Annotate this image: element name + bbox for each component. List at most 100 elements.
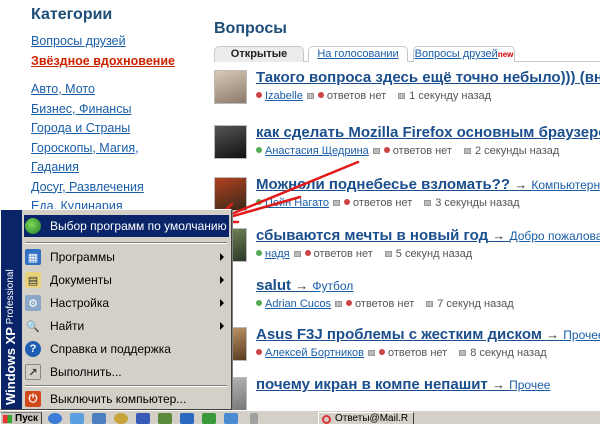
app-quicklaunch-icon[interactable] (158, 413, 172, 424)
menu-item-label: Настройка (50, 296, 110, 310)
question-user[interactable]: Adrian Cucos (265, 298, 331, 310)
question-title-text: сбываются мечты в новый год (256, 227, 489, 244)
question-time: 2 секунды назад (474, 145, 560, 157)
avatar[interactable] (214, 125, 247, 159)
category-link[interactable]: Бизнес, Финансы (31, 100, 206, 120)
app-quicklaunch-icon[interactable] (180, 413, 194, 424)
question-title[interactable]: как сделать Mozilla Firefox основным бра… (256, 124, 600, 141)
status-icon (459, 350, 467, 356)
questions-panel: Вопросы Открытые На голосовании Вопросы … (214, 20, 600, 62)
taskbar: Пуск Ответы@Mail.R (0, 410, 600, 424)
question-user[interactable]: надя (265, 248, 290, 260)
question-title-text: Можноли поднебесье взломать?? (256, 176, 511, 193)
app-quicklaunch-icon[interactable] (114, 413, 128, 424)
tab-friends-label: Вопросы друзей (414, 48, 498, 60)
start-menu-banner: Windows XP Professional (1, 210, 22, 409)
question-title[interactable]: Asus F3J проблемы с жестким диском → Про… (256, 326, 600, 343)
question-category[interactable]: Компьютерные (531, 178, 600, 192)
gender-icon (256, 147, 262, 153)
search-icon: 🔍 (25, 318, 41, 334)
question-row: salut → Футбол Adrian Cucos ответов нет 7 … (214, 277, 600, 322)
settings-icon: ⚙ (25, 295, 41, 311)
menu-item-label: Справка и поддержка (50, 342, 171, 356)
question-meta: Пейн Нагато ответов нет 3 секунды назад (256, 197, 520, 209)
menu-item-run[interactable]: ↗ Выполнить... (24, 361, 229, 383)
tab-open[interactable]: Открытые (214, 46, 304, 62)
new-badge: new (497, 50, 514, 59)
question-user[interactable]: Алексей Бортников (265, 347, 364, 359)
menu-item-search[interactable]: 🔍 Найти (24, 315, 229, 337)
status-icon (306, 93, 314, 99)
question-row: Такого вопроса здесь ещё точно небыло)))… (214, 69, 600, 114)
answers-icon (344, 199, 351, 205)
menu-item-help[interactable]: ? Справка и поддержка (24, 338, 229, 360)
question-user[interactable]: Izabelle (265, 90, 303, 102)
status-icon (424, 200, 432, 206)
avatar[interactable] (214, 177, 247, 211)
question-title[interactable]: salut → Футбол (256, 277, 353, 294)
status-icon (426, 301, 434, 307)
menu-item-label: Выбор программ по умолчанию (50, 219, 227, 233)
question-title[interactable]: Такого вопроса здесь ещё точно небыло)))… (256, 69, 600, 86)
question-row: Можноли поднебесье взломать?? → Компьюте… (214, 176, 600, 221)
windows-flag-icon (3, 415, 12, 423)
question-meta: Izabelle ответов нет 1 секунду назад (256, 90, 491, 102)
status-icon (333, 200, 341, 206)
banner-bold: Windows XP (3, 327, 18, 405)
question-title[interactable]: Можноли поднебесье взломать?? → Компьюте… (256, 176, 600, 193)
link-star-inspiration[interactable]: Звёздное вдохновение (31, 52, 206, 72)
answers-count: ответов нет (313, 248, 373, 260)
start-menu: Windows XP Professional Выбор программ п… (0, 209, 232, 410)
question-category[interactable]: Прочее (509, 378, 550, 392)
shutdown-icon: ⏻ (25, 391, 41, 407)
menu-item-default-programs[interactable]: Выбор программ по умолчанию (24, 215, 229, 237)
link-friends-questions[interactable]: Вопросы друзей (31, 32, 206, 52)
chevron-right-icon (220, 299, 224, 307)
category-link[interactable]: Города и Страны (31, 119, 206, 139)
answers-count: ответов нет (355, 298, 415, 310)
menu-item-programs[interactable]: ▦ Программы (24, 246, 229, 268)
question-tabs: Открытые На голосовании Вопросы друзейne… (214, 46, 600, 62)
mailru-icon (322, 415, 331, 424)
question-category[interactable]: Футбол (312, 279, 353, 293)
desktop-quicklaunch-icon[interactable] (92, 413, 106, 424)
answers-count: ответов нет (388, 347, 448, 359)
browser-quicklaunch-icon[interactable] (48, 413, 62, 424)
tab-voting[interactable]: На голосовании (308, 46, 408, 62)
question-time: 3 секунды назад (435, 197, 520, 209)
start-button[interactable]: Пуск (0, 412, 42, 424)
question-category[interactable]: Прочее в (563, 328, 600, 342)
status-icon (463, 148, 471, 154)
question-row: сбываются мечты в новый год → Добро пожа… (214, 227, 600, 272)
category-link[interactable]: Досуг, Развлечения (31, 178, 206, 198)
category-link[interactable]: Авто, Мото (31, 80, 206, 100)
question-title[interactable]: почему икран в компе непашит → Прочее (256, 376, 550, 393)
question-title[interactable]: сбываются мечты в новый год → Добро пожа… (256, 227, 600, 244)
status-icon (398, 93, 406, 99)
gender-icon (256, 300, 262, 306)
chevron-right-icon (220, 276, 224, 284)
mail-quicklaunch-icon[interactable] (70, 413, 84, 424)
app-quicklaunch-icon[interactable] (224, 413, 238, 424)
app-quicklaunch-icon[interactable] (202, 413, 216, 424)
taskbar-task-mail-answers[interactable]: Ответы@Mail.R (318, 412, 414, 424)
app-quicklaunch-icon[interactable] (250, 413, 258, 424)
menu-item-shutdown[interactable]: ⏻ Выключить компьютер... (24, 388, 229, 410)
menu-item-documents[interactable]: ▤ Документы (24, 269, 229, 291)
tab-friends-questions[interactable]: Вопросы друзейnew (413, 46, 515, 62)
question-row: как сделать Mozilla Firefox основным бра… (214, 124, 600, 169)
question-user[interactable]: Пейн Нагато (265, 197, 329, 209)
app-quicklaunch-icon[interactable] (136, 413, 150, 424)
question-category[interactable]: Добро пожаловат (509, 229, 600, 243)
status-icon (368, 350, 375, 356)
avatar[interactable] (214, 70, 247, 104)
answers-icon (304, 250, 311, 256)
status-icon (384, 251, 392, 257)
menu-item-settings[interactable]: ⚙ Настройка (24, 292, 229, 314)
category-link[interactable]: Гадания (31, 158, 206, 178)
run-icon: ↗ (25, 364, 41, 380)
question-user[interactable]: Анастасия Щедрина (265, 145, 369, 157)
category-link[interactable]: Гороскопы, Магия, (31, 139, 206, 159)
page-title: Вопросы (214, 20, 287, 37)
menu-item-label: Программы (50, 250, 115, 264)
